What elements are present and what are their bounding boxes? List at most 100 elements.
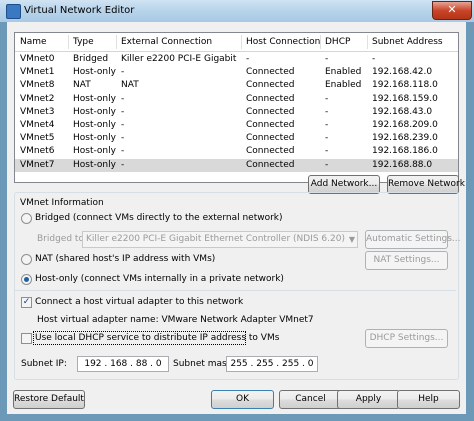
cell-host: Connected — [246, 67, 295, 78]
cell-subnet: 192.168.186.0 — [372, 146, 438, 157]
adapter-name-label: Host virtual adapter name: VMware Networ… — [37, 315, 314, 325]
cell-subnet: 192.168.43.0 — [372, 106, 433, 117]
table-row[interactable]: VMnet4 Host-only - Connected -192.168.209.0 — [15, 119, 458, 132]
cell-name: VMnet2 — [20, 93, 55, 104]
cell-dhcp: - — [325, 106, 329, 117]
use-dhcp-label[interactable]: Use local DHCP service to distribute IP … — [35, 333, 279, 343]
cell-external: - — [121, 120, 125, 130]
cell-name: VMnet4 — [20, 120, 55, 130]
table-row[interactable]: VMnet6 Host-only - Connected -192.168.186.0 — [15, 145, 458, 158]
cell-type: Host-only — [73, 67, 116, 78]
cell-host: Connected — [246, 93, 295, 104]
cell-dhcp: Enabled — [325, 67, 362, 78]
cell-external: NAT — [121, 80, 139, 91]
col-header-external[interactable]: External Connection — [121, 37, 212, 47]
close-button[interactable]: ✕ — [432, 1, 472, 20]
table-row[interactable]: VMnet1 Host-only - Connected Enabled 192.168.… — [15, 66, 458, 79]
cell-host: Connected — [246, 80, 295, 91]
cell-dhcp: - — [325, 120, 329, 130]
subnet-ip-input[interactable]: 192 . 168 . 88 . 0 — [77, 356, 169, 372]
cell-host: Connected — [246, 120, 295, 130]
cell-name: VMnet7 — [20, 159, 55, 170]
cell-host: - — [246, 54, 250, 64]
cell-host: Connected — [246, 106, 295, 117]
cell-dhcp: - — [325, 133, 329, 144]
cell-external: - — [121, 133, 125, 144]
subnet-ip-label: Subnet IP: — [21, 359, 67, 369]
cell-name: VMnet1 — [20, 67, 55, 78]
cell-name: VMnet6 — [20, 146, 55, 157]
table-row[interactable]: VMnet7 Host-only - Connected -192.168.88.0 — [15, 158, 458, 172]
col-header-type[interactable]: Type — [73, 37, 94, 47]
bridged-to-value: Killer e2200 PCI-E Gigabit Ethernet Cont… — [86, 234, 345, 244]
cell-subnet: 192.168.88.0 — [372, 159, 433, 170]
cell-type: Host-only — [73, 146, 116, 157]
cell-dhcp: - — [325, 54, 329, 64]
table-row[interactable]: VMnet3 Host-only - Connected -192.168.43.0 — [15, 106, 458, 119]
bridged-to-select[interactable]: Killer e2200 PCI-E Gigabit Ethernet Cont… — [82, 231, 358, 248]
restore-default-button[interactable]: Restore Default — [13, 390, 85, 409]
connect-adapter-label[interactable]: Connect a host virtual adapter to this n… — [35, 297, 243, 307]
group-title: VMnet Information — [18, 198, 106, 208]
col-header-name[interactable]: Name — [20, 37, 47, 47]
dialog-client: Name Type External Connection Host Conne… — [7, 22, 466, 414]
cell-dhcp: Enabled — [325, 80, 362, 91]
cell-external: - — [121, 159, 125, 170]
cell-subnet: 192.168.118.0 — [372, 80, 438, 91]
title-bar: Virtual Network Editor ✕ — [0, 0, 474, 22]
cell-dhcp: - — [325, 159, 329, 170]
cell-type: NAT — [73, 80, 91, 91]
cell-external: - — [121, 67, 125, 78]
cell-subnet: 192.168.209.0 — [372, 120, 438, 130]
bridged-label[interactable]: Bridged (connect VMs directly to the ext… — [35, 213, 283, 223]
nat-radio[interactable] — [21, 254, 32, 265]
cell-type: Bridged — [73, 54, 109, 64]
cell-subnet: 192.168.239.0 — [372, 133, 438, 144]
apply-button[interactable]: Apply — [337, 390, 400, 409]
cell-type: Host-only — [73, 133, 116, 144]
cell-external: Killer e2200 PCI-E Gigabit Et... — [121, 54, 239, 64]
connect-adapter-checkbox[interactable]: ✓ — [21, 297, 32, 308]
cell-name: VMnet3 — [20, 106, 55, 117]
cell-type: Host-only — [73, 93, 116, 104]
cell-type: Host-only — [73, 120, 116, 130]
automatic-settings-button[interactable]: Automatic Settings... — [365, 230, 461, 249]
dhcp-settings-button[interactable]: DHCP Settings... — [365, 329, 448, 348]
col-header-host[interactable]: Host Connection — [246, 37, 320, 47]
cell-host: Connected — [246, 133, 295, 144]
bridged-radio[interactable] — [21, 213, 32, 224]
table-row[interactable]: VMnet2 Host-only - Connected -192.168.159.0 — [15, 93, 458, 106]
cell-type: Host-only — [73, 159, 116, 170]
cell-dhcp: - — [325, 146, 329, 157]
bridged-to-label: Bridged to: — [37, 234, 87, 244]
chevron-down-icon: ▼ — [348, 235, 355, 244]
table-row[interactable]: VMnet8 NAT NAT Connected Enabled 192.168.118.… — [15, 79, 458, 92]
vmware-network-icon — [6, 4, 21, 19]
network-list[interactable]: Name Type External Connection Host Conne… — [14, 32, 459, 183]
cell-external: - — [121, 146, 125, 157]
table-row[interactable]: VMnet0 Bridged Killer e2200 PCI-E Gigabit … — [15, 53, 458, 66]
cell-external: - — [121, 93, 125, 104]
host-only-radio[interactable] — [21, 274, 32, 285]
cell-type: Host-only — [73, 106, 116, 117]
cell-subnet: 192.168.42.0 — [372, 67, 433, 78]
col-header-dhcp[interactable]: DHCP — [325, 37, 350, 47]
nat-settings-button[interactable]: NAT Settings... — [365, 251, 448, 270]
cell-subnet: 192.168.159.0 — [372, 93, 438, 104]
subnet-mask-input[interactable]: 255 . 255 . 255 . 0 — [226, 356, 318, 372]
cell-host: Connected — [246, 159, 295, 170]
cell-external: - — [121, 106, 125, 117]
host-only-label[interactable]: Host-only (connect VMs internally in a p… — [35, 274, 284, 284]
nat-label[interactable]: NAT (shared host's IP address with VMs) — [35, 254, 215, 264]
window-title: Virtual Network Editor — [24, 5, 135, 16]
divider — [15, 290, 456, 291]
help-button[interactable]: Help — [397, 390, 460, 409]
col-header-subnet[interactable]: Subnet Address — [372, 37, 443, 47]
ok-button[interactable]: OK — [211, 390, 274, 409]
cell-subnet: - — [372, 54, 376, 64]
table-row[interactable]: VMnet5 Host-only - Connected -192.168.239.0 — [15, 132, 458, 145]
cell-host: Connected — [246, 146, 295, 157]
cell-name: VMnet0 — [20, 54, 55, 64]
use-dhcp-checkbox[interactable] — [21, 333, 32, 344]
cancel-button[interactable]: Cancel — [279, 390, 342, 409]
